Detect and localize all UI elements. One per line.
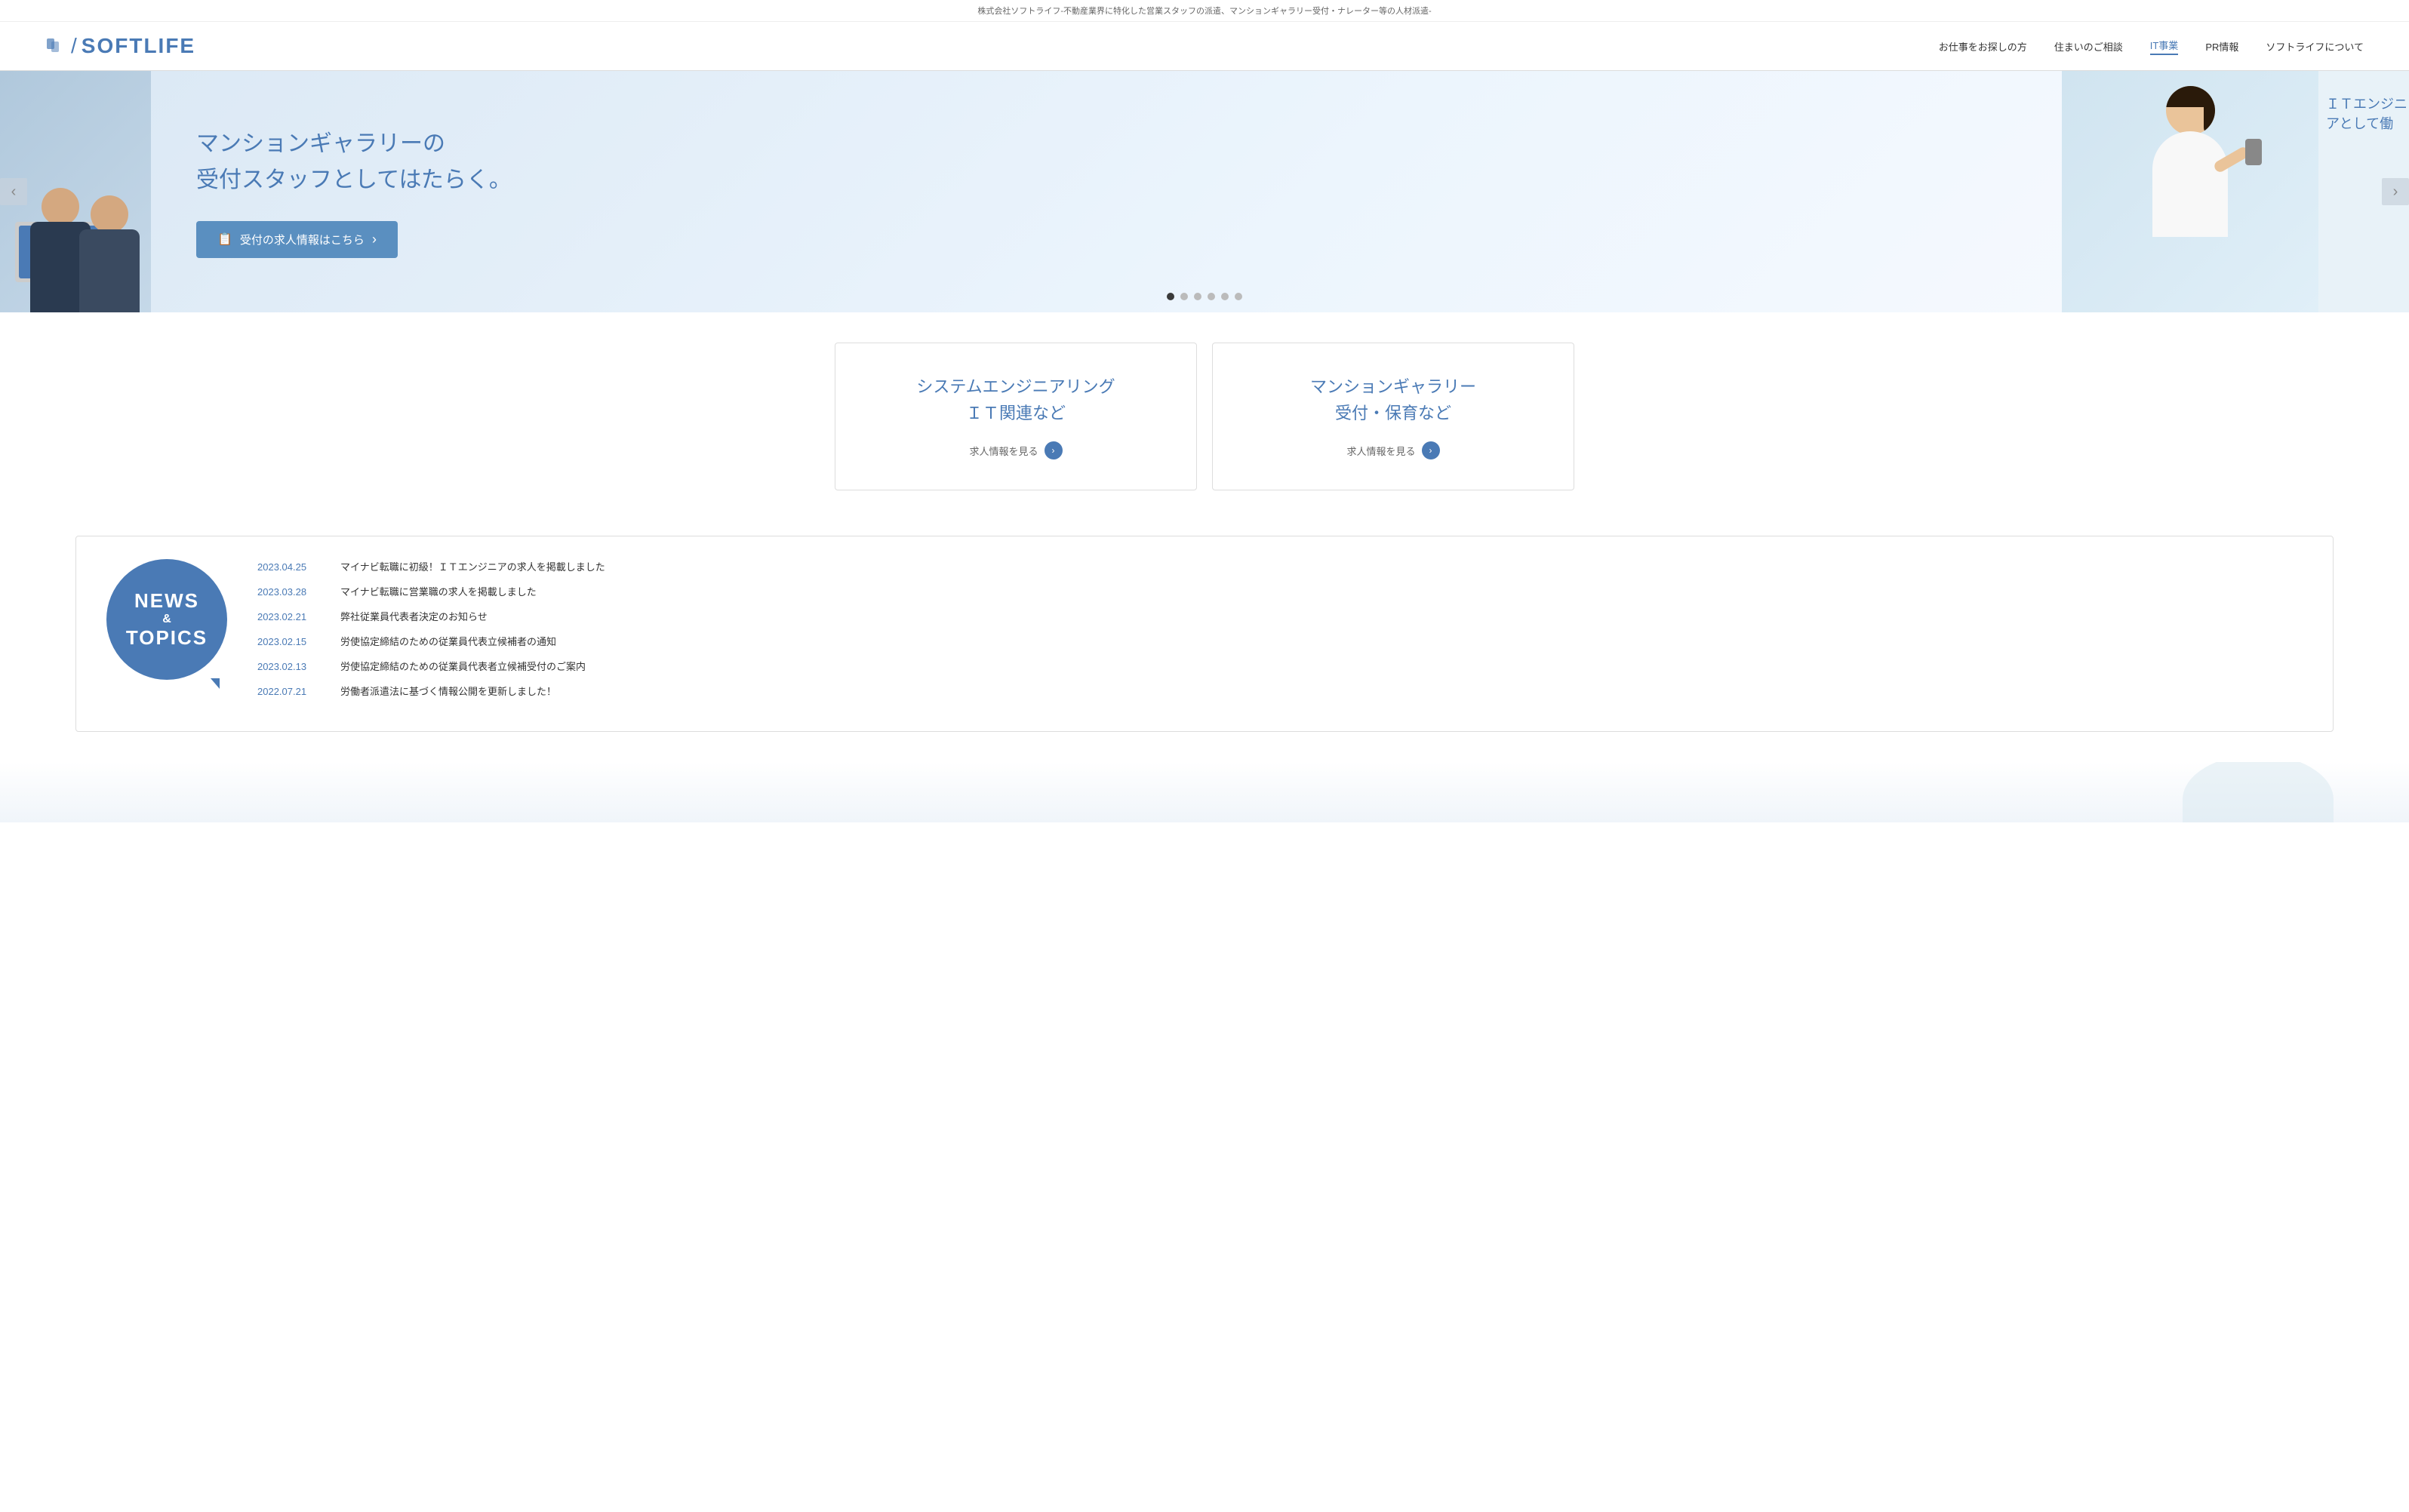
news-text-1: マイナビ転職に営業職の求人を掲載しました xyxy=(340,584,537,598)
slide-right-partial xyxy=(2062,71,2318,312)
slide-title-line1: マンションギャラリーの xyxy=(196,131,445,156)
it-card-title-line2: ＩＴ関連など xyxy=(966,404,1066,423)
news-text-2: 弊社従業員代表者決定のお知らせ xyxy=(340,609,488,623)
cta-button-label: 受付の求人情報はこちら xyxy=(240,232,365,247)
slider-prev-button[interactable]: ‹ xyxy=(0,178,27,205)
news-section: NEWS & TOPICS 2023.04.25 マイナビ転職に初級！ＩＴエンジ… xyxy=(0,521,2409,762)
phone-icon xyxy=(2245,139,2262,165)
man2-suit xyxy=(79,229,140,312)
news-badge-line1: NEWS xyxy=(134,589,199,613)
list-item[interactable]: 2023.02.13 労使協定締結のための従業員代表者立候補受付のご案内 xyxy=(257,659,2303,673)
nav-pr[interactable]: PR情報 xyxy=(2205,39,2238,54)
mansion-card-arrow-icon: › xyxy=(1422,441,1440,459)
slide-title-line2: 受付スタッフとしてはたらく。 xyxy=(196,167,512,192)
mansion-card-title-line2: 受付・保育など xyxy=(1335,404,1451,423)
job-cards-section: システムエンジニアリング ＩＴ関連など 求人情報を見る › マンションギャラリー… xyxy=(0,312,2409,521)
list-item[interactable]: 2023.03.28 マイナビ転職に営業職の求人を掲載しました xyxy=(257,584,2303,598)
news-box: NEWS & TOPICS 2023.04.25 マイナビ転職に初級！ＩＴエンジ… xyxy=(75,536,2334,732)
mansion-card-link[interactable]: 求人情報を見る › xyxy=(1235,441,1551,459)
dot-5[interactable] xyxy=(1221,293,1229,300)
prev-arrow-icon: ‹ xyxy=(11,183,17,201)
woman-phone-illustration xyxy=(2152,86,2228,237)
woman-hair-top xyxy=(2166,86,2215,107)
cta-arrow-icon: › xyxy=(372,232,377,247)
it-card-title: システムエンジニアリング ＩＴ関連など xyxy=(858,373,1174,426)
man1-head xyxy=(42,188,79,226)
news-date-1: 2023.03.28 xyxy=(257,586,325,598)
clipboard-icon: 📋 xyxy=(217,232,232,247)
list-item[interactable]: 2023.02.15 労使協定締結のための従業員代表立候補者の通知 xyxy=(257,634,2303,648)
news-date-2: 2023.02.21 xyxy=(257,611,325,622)
next-arrow-icon: › xyxy=(2393,183,2398,201)
woman-face xyxy=(2166,86,2215,135)
news-date-0: 2023.04.25 xyxy=(257,561,325,573)
dot-3[interactable] xyxy=(1194,293,1201,300)
news-date-4: 2023.02.13 xyxy=(257,661,325,672)
news-text-4: 労使協定締結のための従業員代表者立候補受付のご案内 xyxy=(340,659,586,673)
dot-6[interactable] xyxy=(1235,293,1242,300)
bottom-decoration xyxy=(0,762,2409,822)
dot-2[interactable] xyxy=(1180,293,1188,300)
news-badge: NEWS & TOPICS xyxy=(106,559,227,680)
slide-right-text: ＩＴエンジニアとして働 xyxy=(2318,94,2409,133)
hero-slider: マンションギャラリーの 受付スタッフとしてはたらく。 📋 受付の求人情報はこちら… xyxy=(0,71,2409,312)
mansion-job-card[interactable]: マンションギャラリー 受付・保育など 求人情報を見る › xyxy=(1212,343,1574,490)
main-nav: お仕事をお探しの方 住まいのご相談 IT事業 PR情報 ソフトライフについて xyxy=(1939,38,2364,55)
it-card-arrow-icon: › xyxy=(1045,441,1063,459)
news-date-3: 2023.02.15 xyxy=(257,636,325,647)
dot-4[interactable] xyxy=(1208,293,1215,300)
man2-figure xyxy=(79,195,140,312)
news-list: 2023.04.25 マイナビ転職に初級！ＩＴエンジニアの求人を掲載しました 2… xyxy=(257,559,2303,698)
man2-head xyxy=(91,195,128,233)
top-bar: 株式会社ソフトライフ-不動産業界に特化した営業スタッフの派遣、マンションギャラリ… xyxy=(0,0,2409,22)
mansion-card-title: マンションギャラリー 受付・保育など xyxy=(1235,373,1551,426)
nav-housing[interactable]: 住まいのご相談 xyxy=(2054,39,2123,54)
cta-button[interactable]: 📋 受付の求人情報はこちら › xyxy=(196,221,398,258)
list-item[interactable]: 2023.04.25 マイナビ転職に初級！ＩＴエンジニアの求人を掲載しました xyxy=(257,559,2303,573)
slide-main: マンションギャラリーの 受付スタッフとしてはたらく。 📋 受付の求人情報はこちら… xyxy=(151,71,2062,312)
slider-next-button[interactable]: › xyxy=(2382,178,2409,205)
logo-text: SOFTLIFE xyxy=(82,34,195,58)
mansion-card-title-line1: マンションギャラリー xyxy=(1310,377,1476,396)
slide-main-title: マンションギャラリーの 受付スタッフとしてはたらく。 xyxy=(196,126,2017,198)
header: / SOFTLIFE お仕事をお探しの方 住まいのご相談 IT事業 PR情報 ソ… xyxy=(0,22,2409,71)
woman-body xyxy=(2152,131,2228,237)
it-card-link-text: 求人情報を見る xyxy=(969,444,1038,458)
news-text-3: 労使協定締結のための従業員代表立候補者の通知 xyxy=(340,634,556,648)
logo-slash: / xyxy=(71,34,77,58)
news-badge-line3: TOPICS xyxy=(126,626,208,650)
logo-icon xyxy=(45,35,66,57)
slide-layout: マンションギャラリーの 受付スタッフとしてはたらく。 📋 受付の求人情報はこちら… xyxy=(0,71,2409,312)
logo[interactable]: / SOFTLIFE xyxy=(45,34,195,58)
dot-1[interactable] xyxy=(1167,293,1174,300)
news-text-5: 労働者派遣法に基づく情報公開を更新しました！ xyxy=(340,684,556,698)
it-card-link[interactable]: 求人情報を見る › xyxy=(858,441,1174,459)
nav-find-job[interactable]: お仕事をお探しの方 xyxy=(1939,39,2027,54)
list-item[interactable]: 2023.02.21 弊社従業員代表者決定のお知らせ xyxy=(257,609,2303,623)
nav-it[interactable]: IT事業 xyxy=(2150,38,2179,55)
nav-about[interactable]: ソフトライフについて xyxy=(2266,39,2364,54)
mansion-card-link-text: 求人情報を見る xyxy=(1346,444,1415,458)
it-card-title-line1: システムエンジニアリング xyxy=(916,377,1115,396)
slider-dots xyxy=(1167,293,1242,300)
it-job-card[interactable]: システムエンジニアリング ＩＴ関連など 求人情報を見る › xyxy=(835,343,1197,490)
list-item[interactable]: 2022.07.21 労働者派遣法に基づく情報公開を更新しました！ xyxy=(257,684,2303,698)
news-date-5: 2022.07.21 xyxy=(257,686,325,697)
woman-hair-side xyxy=(2204,105,2215,135)
top-bar-text: 株式会社ソフトライフ-不動産業界に特化した営業スタッフの派遣、マンションギャラリ… xyxy=(977,7,1431,16)
news-text-0: マイナビ転職に初級！ＩＴエンジニアの求人を掲載しました xyxy=(340,559,605,573)
news-badge-line2: & xyxy=(162,613,171,626)
